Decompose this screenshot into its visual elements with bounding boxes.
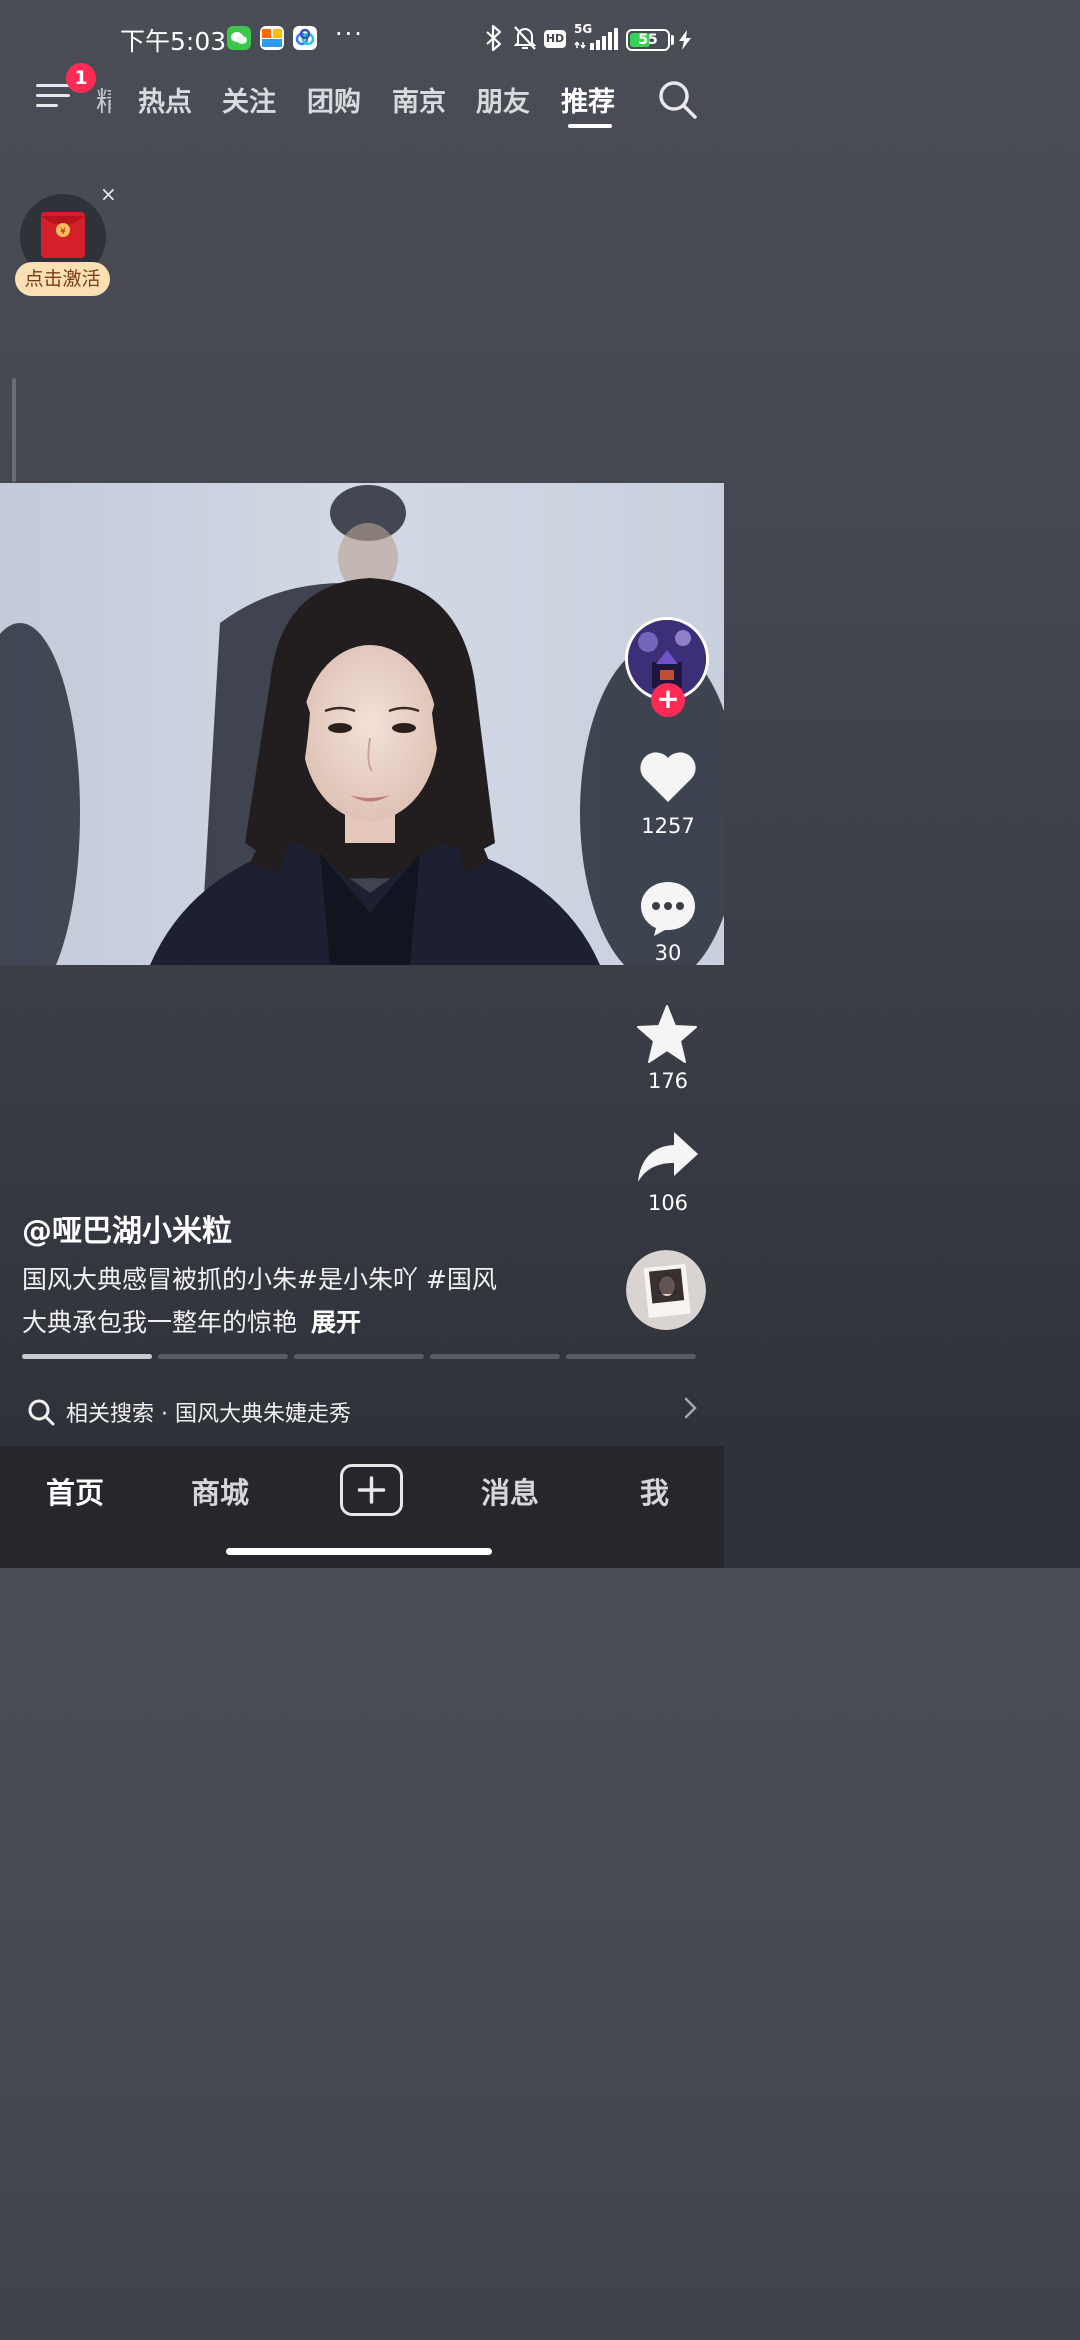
progress-segment-fill	[22, 1354, 152, 1359]
like-count: 1257	[641, 814, 695, 838]
battery-indicator: 55	[626, 29, 670, 51]
battery-tip	[671, 35, 674, 45]
caption-line-1: 国风大典感冒被抓的小朱#是小朱吖 #国风	[22, 1265, 497, 1294]
signal-icon	[574, 28, 620, 54]
progress-segment	[22, 1354, 152, 1359]
caption-line-2: 大典承包我一整年的惊艳 展开	[22, 1301, 582, 1344]
more-notifications-icon: ···	[335, 20, 364, 48]
menu-icon[interactable]	[36, 82, 70, 110]
baidu-netdisk-app-icon	[293, 26, 317, 50]
tab-hot[interactable]: 热点	[138, 80, 192, 119]
caption-line-2-text: 大典承包我一整年的惊艳	[22, 1308, 298, 1337]
comment-count: 30	[654, 941, 682, 965]
nav-home[interactable]: 首页	[46, 1470, 104, 1512]
video-frame-image	[0, 483, 724, 965]
nav-me[interactable]: 我	[640, 1470, 669, 1512]
music-disc[interactable]	[626, 1250, 706, 1330]
hd-voice-icon: HD	[544, 30, 566, 48]
tab-friends[interactable]: 朋友	[476, 80, 530, 119]
chevron-right-icon[interactable]	[682, 1394, 700, 1426]
favorite-star-icon[interactable]	[636, 1004, 698, 1068]
58-app-icon	[260, 26, 284, 50]
plus-icon	[357, 1476, 386, 1504]
progress-segment	[158, 1354, 288, 1359]
wechat-app-icon	[227, 26, 251, 50]
nav-mall[interactable]: 商城	[191, 1470, 249, 1512]
video-player[interactable]	[0, 483, 724, 965]
video-caption[interactable]: 国风大典感冒被抓的小朱#是小朱吖 #国风 大典承包我一整年的惊艳 展开	[22, 1258, 582, 1344]
comment-icon[interactable]	[638, 878, 698, 942]
tab-nanjing[interactable]: 南京	[392, 80, 446, 119]
red-packet-activate-button[interactable]: 点击激活	[15, 262, 110, 296]
create-button[interactable]	[340, 1464, 403, 1516]
svg-text:¥: ¥	[60, 227, 66, 237]
charging-icon	[678, 30, 692, 54]
author-name[interactable]: @哑巴湖小米粒	[22, 1206, 232, 1250]
tab-partial[interactable]: 精选	[96, 80, 111, 119]
related-search-text[interactable]: 相关搜索 · 国风大典朱婕走秀	[66, 1396, 351, 1428]
follow-button[interactable]: +	[651, 683, 685, 717]
search-icon[interactable]	[656, 78, 698, 124]
bluetooth-icon	[484, 24, 504, 56]
share-arrow-icon[interactable]	[636, 1130, 700, 1188]
home-indicator	[226, 1548, 492, 1555]
mute-bell-icon	[512, 24, 538, 56]
like-heart-icon[interactable]	[638, 748, 698, 808]
status-time: 下午5:03	[120, 27, 227, 56]
related-search-icon	[26, 1397, 56, 1431]
tab-following[interactable]: 关注	[222, 80, 276, 119]
menu-notification-badge: 1	[66, 63, 96, 93]
progress-segment	[294, 1354, 424, 1359]
progress-segment	[430, 1354, 560, 1359]
favorite-count: 176	[647, 1069, 689, 1093]
tab-recommended[interactable]: 推荐	[561, 80, 615, 119]
tab-group-buy[interactable]: 团购	[307, 80, 361, 119]
share-count: 106	[647, 1191, 689, 1215]
progress-segment	[566, 1354, 696, 1359]
expand-caption-button[interactable]: 展开	[311, 1308, 361, 1337]
nav-messages[interactable]: 消息	[481, 1470, 539, 1512]
active-tab-indicator	[568, 124, 612, 128]
red-packet-close-icon[interactable]: ×	[100, 182, 117, 206]
scroll-indicator	[12, 378, 16, 482]
music-cover-image	[626, 1250, 706, 1330]
battery-percent: 55	[638, 32, 658, 48]
